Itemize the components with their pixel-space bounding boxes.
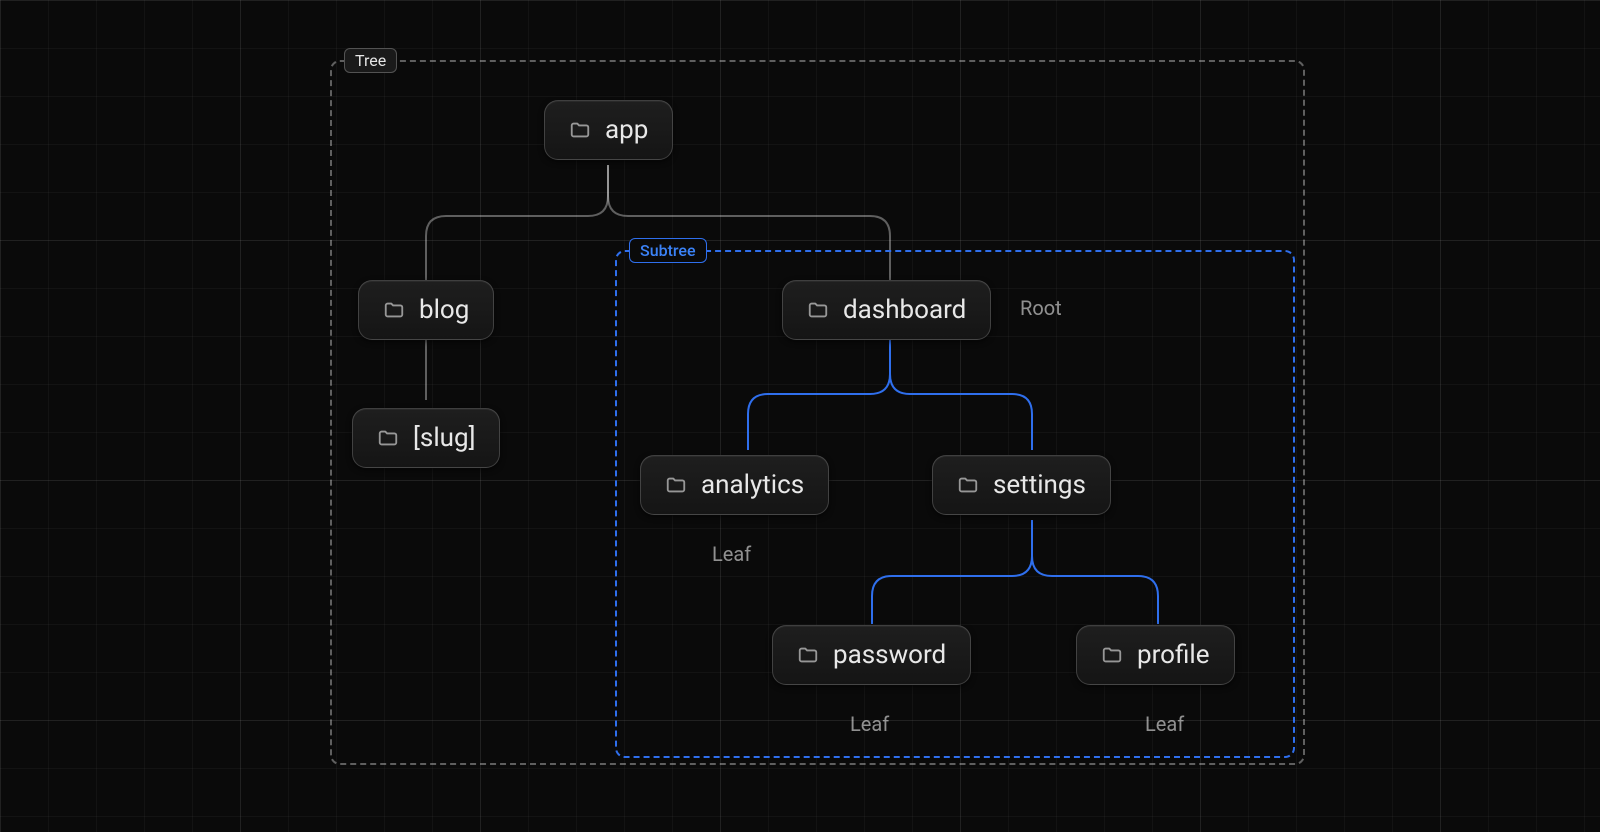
node-label: [slug] [413,423,475,453]
node-blog: blog [358,280,494,340]
node-label: profile [1137,640,1210,670]
folder-icon [807,299,829,321]
node-dashboard: dashboard [782,280,991,340]
tree-label: Tree [344,48,397,73]
folder-icon [569,119,591,141]
subtree-label: Subtree [629,238,707,263]
folder-icon [377,427,399,449]
leaf-annotation-analytics: Leaf [712,542,751,566]
node-label: settings [993,470,1086,500]
node-label: analytics [701,470,804,500]
node-settings: settings [932,455,1111,515]
leaf-annotation-password: Leaf [850,712,889,736]
node-label: blog [419,295,469,325]
node-profile: profile [1076,625,1235,685]
node-analytics: analytics [640,455,829,515]
folder-icon [383,299,405,321]
node-app: app [544,100,673,160]
folder-icon [957,474,979,496]
folder-icon [665,474,687,496]
node-password: password [772,625,971,685]
node-label: app [605,115,648,145]
node-label: password [833,640,946,670]
node-label: dashboard [843,295,966,325]
folder-icon [797,644,819,666]
folder-icon [1101,644,1123,666]
node-slug: [slug] [352,408,500,468]
root-annotation: Root [1020,296,1062,320]
leaf-annotation-profile: Leaf [1145,712,1184,736]
